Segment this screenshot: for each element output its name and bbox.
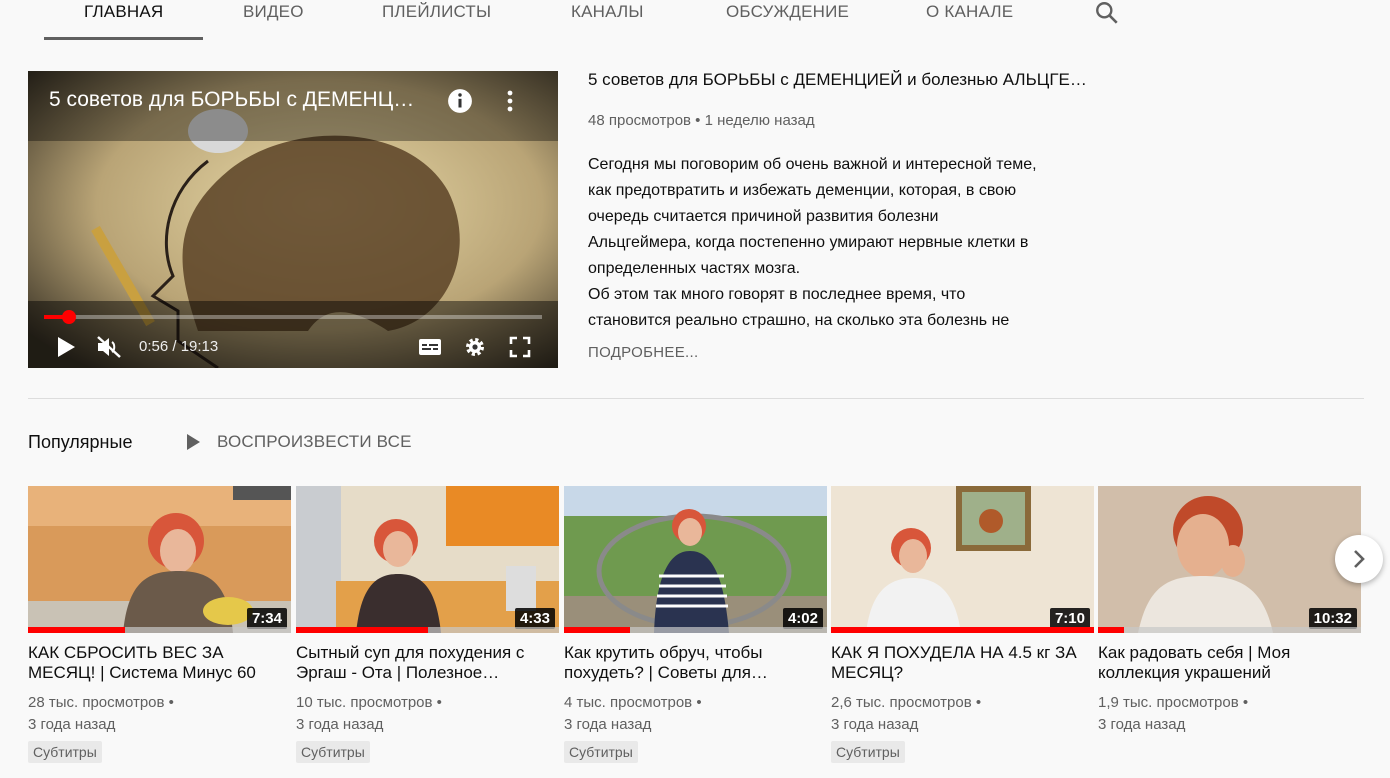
watch-progress <box>296 627 559 633</box>
featured-video-meta: 48 просмотров • 1 неделю назад <box>588 112 815 129</box>
watch-progress-fill <box>296 627 428 633</box>
video-duration: 7:34 <box>246 608 287 629</box>
video-card[interactable]: 7:10 КАК Я ПОХУДЕЛА НА 4.5 кг ЗА МЕСЯЦ? … <box>831 486 1094 771</box>
video-age: 3 года назад <box>28 716 116 733</box>
settings-gear-icon[interactable] <box>463 334 487 360</box>
player-title[interactable]: 5 советов для БОРЬБЫ с ДЕМЕНЦИЕЙ и болез… <box>49 88 429 116</box>
video-thumbnail[interactable]: 7:10 <box>831 486 1094 633</box>
subtitles-badge: Субтитры <box>296 741 370 763</box>
play-icon[interactable] <box>54 334 78 360</box>
tab-discussion[interactable]: ОБСУЖДЕНИЕ <box>726 0 849 40</box>
tab-videos[interactable]: ВИДЕО <box>243 0 304 40</box>
section-divider <box>28 398 1364 399</box>
subtitles-badge: Субтитры <box>831 741 905 763</box>
video-title[interactable]: Сытный суп для похудения с Эргаш - Ота |… <box>296 643 554 683</box>
subtitles-icon[interactable] <box>417 334 443 360</box>
play-icon <box>187 434 200 450</box>
subtitles-badge: Субтитры <box>564 741 638 763</box>
video-age: 3 года назад <box>564 716 652 733</box>
search-icon[interactable] <box>1094 0 1120 26</box>
chevron-right-icon <box>1354 550 1365 568</box>
video-views: 1,9 тыс. просмотров • <box>1098 694 1249 711</box>
video-views: 4 тыс. просмотров • <box>564 694 702 711</box>
watch-progress-fill <box>831 627 1094 633</box>
progress-scrubber[interactable] <box>61 310 76 324</box>
channel-tabs: ГЛАВНАЯ ВИДЕО ПЛЕЙЛИСТЫ КАНАЛЫ ОБСУЖДЕНИ… <box>0 0 1390 40</box>
subtitles-badge: Субтитры <box>28 741 102 763</box>
video-age: 3 года назад <box>296 716 384 733</box>
info-icon[interactable] <box>447 88 473 114</box>
section-title[interactable]: Популярные <box>28 432 132 453</box>
video-title[interactable]: Как радовать себя | Моя коллекция украше… <box>1098 643 1356 683</box>
show-more-link[interactable]: ПОДРОБНЕЕ... <box>588 344 698 361</box>
video-card[interactable]: 10:32 Как радовать себя | Моя коллекция … <box>1098 486 1361 771</box>
watch-progress <box>564 627 827 633</box>
video-age: 3 года назад <box>1098 716 1186 733</box>
video-views: 10 тыс. просмотров • <box>296 694 442 711</box>
featured-video-description: Сегодня мы поговорим об очень важной и и… <box>588 156 1037 329</box>
watch-progress <box>28 627 291 633</box>
video-duration: 10:32 <box>1308 608 1357 629</box>
fullscreen-icon[interactable] <box>508 334 532 360</box>
video-duration: 4:02 <box>782 608 823 629</box>
watch-progress <box>1098 627 1361 633</box>
watch-progress <box>831 627 1094 633</box>
video-thumbnail[interactable]: 10:32 <box>1098 486 1361 633</box>
video-views: 28 тыс. просмотров • <box>28 694 174 711</box>
video-card[interactable]: 4:33 Сытный суп для похудения с Эргаш - … <box>296 486 559 771</box>
video-title[interactable]: КАК СБРОСИТЬ ВЕС ЗА МЕСЯЦ! | Система Мин… <box>28 643 286 683</box>
watch-progress-fill <box>1098 627 1125 633</box>
more-vert-icon[interactable] <box>500 88 520 114</box>
tab-channels[interactable]: КАНАЛЫ <box>571 0 644 40</box>
time-display: 0:56 / 19:13 <box>139 338 219 355</box>
video-thumbnail[interactable]: 4:02 <box>564 486 827 633</box>
video-views: 2,6 тыс. просмотров • <box>831 694 982 711</box>
watch-progress-fill <box>28 627 126 633</box>
active-tab-indicator <box>44 37 203 40</box>
video-thumbnail[interactable]: 7:34 <box>28 486 291 633</box>
video-duration: 7:10 <box>1049 608 1090 629</box>
video-card[interactable]: 4:02 Как крутить обруч, чтобы похудеть? … <box>564 486 827 771</box>
video-card[interactable]: 7:34 КАК СБРОСИТЬ ВЕС ЗА МЕСЯЦ! | Систем… <box>28 486 291 771</box>
tab-home[interactable]: ГЛАВНАЯ <box>84 0 163 40</box>
video-title[interactable]: Как крутить обруч, чтобы похудеть? | Сов… <box>564 643 822 683</box>
featured-video-title[interactable]: 5 советов для БОРЬБЫ с ДЕМЕНЦИЕЙ и болез… <box>588 70 1088 90</box>
progress-bar[interactable] <box>44 310 542 324</box>
play-all-label: ВОСПРОИЗВЕСТИ ВСЕ <box>217 432 412 451</box>
featured-video-player[interactable]: 5 советов для БОРЬБЫ с ДЕМЕНЦИЕЙ и болез… <box>28 71 558 368</box>
video-thumbnail[interactable]: 4:33 <box>296 486 559 633</box>
volume-muted-icon[interactable] <box>95 334 123 360</box>
tab-playlists[interactable]: ПЛЕЙЛИСТЫ <box>382 0 491 40</box>
tab-about[interactable]: О КАНАЛЕ <box>926 0 1013 40</box>
watch-progress-fill <box>564 627 630 633</box>
video-duration: 4:33 <box>514 608 555 629</box>
carousel-next-button[interactable] <box>1335 535 1383 583</box>
video-age: 3 года назад <box>831 716 919 733</box>
video-title[interactable]: КАК Я ПОХУДЕЛА НА 4.5 кг ЗА МЕСЯЦ? <box>831 643 1089 683</box>
